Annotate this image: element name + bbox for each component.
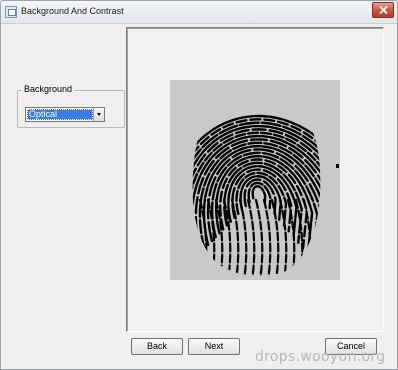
watermark-text: drops.wooyun.org bbox=[255, 349, 386, 365]
background-group-label: Background bbox=[22, 84, 75, 94]
close-icon bbox=[379, 6, 388, 14]
next-button[interactable]: Next bbox=[188, 338, 240, 355]
fingerprint-image bbox=[170, 80, 340, 280]
close-button[interactable] bbox=[372, 2, 394, 18]
background-select[interactable]: Optical bbox=[25, 107, 105, 122]
background-select-value: Optical bbox=[27, 109, 93, 120]
window-title: Background And Contrast bbox=[21, 6, 124, 16]
speck-mark bbox=[336, 164, 339, 168]
chevron-down-icon[interactable] bbox=[93, 108, 104, 121]
fingerprint-icon bbox=[170, 80, 340, 280]
app-icon bbox=[5, 6, 17, 18]
title-bar[interactable]: Background And Contrast bbox=[1, 1, 397, 24]
back-button[interactable]: Back bbox=[131, 338, 183, 355]
